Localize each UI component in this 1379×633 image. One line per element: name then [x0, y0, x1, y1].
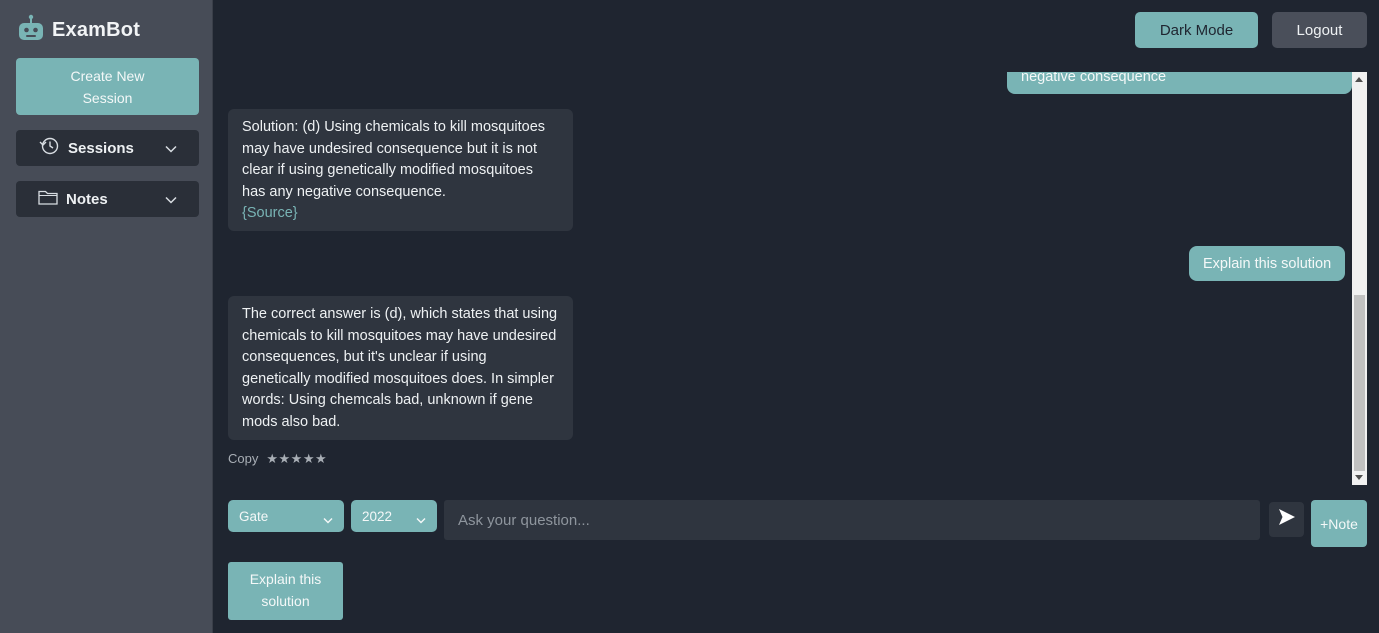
- folder-icon: [38, 189, 58, 209]
- scroll-thumb[interactable]: [1354, 295, 1365, 471]
- chevron-down-icon: [323, 512, 333, 527]
- message-actions: Copy ★★★★★: [228, 451, 327, 467]
- source-link[interactable]: {Source}: [242, 205, 298, 221]
- robot-icon: [18, 14, 44, 47]
- sidebar: ExamBot Create New Session Sessions Note…: [0, 0, 213, 633]
- year-select[interactable]: 2022: [351, 500, 437, 532]
- chat-messages[interactable]: negative consequence Solution: (d) Using…: [214, 72, 1352, 485]
- user-message-text: Explain this solution: [1203, 255, 1332, 272]
- add-note-button[interactable]: +Note: [1311, 500, 1367, 547]
- bot-message: Solution: (d) Using chemicals to kill mo…: [228, 109, 573, 231]
- year-select-value: 2022: [362, 508, 393, 524]
- bot-message-text: Solution: (d) Using chemicals to kill mo…: [242, 119, 546, 200]
- exam-select[interactable]: Gate: [228, 500, 344, 532]
- copy-button[interactable]: Copy: [228, 451, 258, 467]
- bot-message: The correct answer is (d), which states …: [228, 296, 573, 440]
- logout-button[interactable]: Logout: [1272, 12, 1367, 48]
- chevron-down-icon: [165, 140, 177, 157]
- notes-dropdown[interactable]: Notes: [16, 181, 199, 217]
- notes-label: Notes: [66, 190, 108, 208]
- user-message-text: negative consequence: [1021, 72, 1167, 85]
- app-name: ExamBot: [52, 19, 141, 41]
- create-new-session-button[interactable]: Create New Session: [16, 58, 199, 115]
- scroll-down-arrow-icon[interactable]: [1355, 475, 1363, 480]
- send-button[interactable]: [1269, 502, 1304, 537]
- exam-select-value: Gate: [239, 508, 269, 524]
- bot-message-text: The correct answer is (d), which states …: [242, 306, 558, 430]
- sessions-icon: [38, 136, 60, 160]
- chevron-down-icon: [165, 191, 177, 208]
- question-input[interactable]: [444, 500, 1260, 540]
- chevron-down-icon: [416, 512, 426, 527]
- rating-stars[interactable]: ★★★★★: [266, 451, 327, 467]
- sessions-dropdown[interactable]: Sessions: [16, 130, 199, 166]
- scroll-up-arrow-icon[interactable]: [1355, 77, 1363, 82]
- dark-mode-button[interactable]: Dark Mode: [1135, 12, 1258, 48]
- sessions-label: Sessions: [68, 139, 134, 157]
- suggestion-button[interactable]: Explain this solution: [228, 562, 343, 620]
- user-message: negative consequence: [1007, 72, 1352, 94]
- user-message: Explain this solution: [1189, 246, 1346, 281]
- brand[interactable]: ExamBot: [18, 14, 140, 47]
- chat-scrollbar[interactable]: [1352, 72, 1367, 485]
- send-icon: [1277, 507, 1297, 532]
